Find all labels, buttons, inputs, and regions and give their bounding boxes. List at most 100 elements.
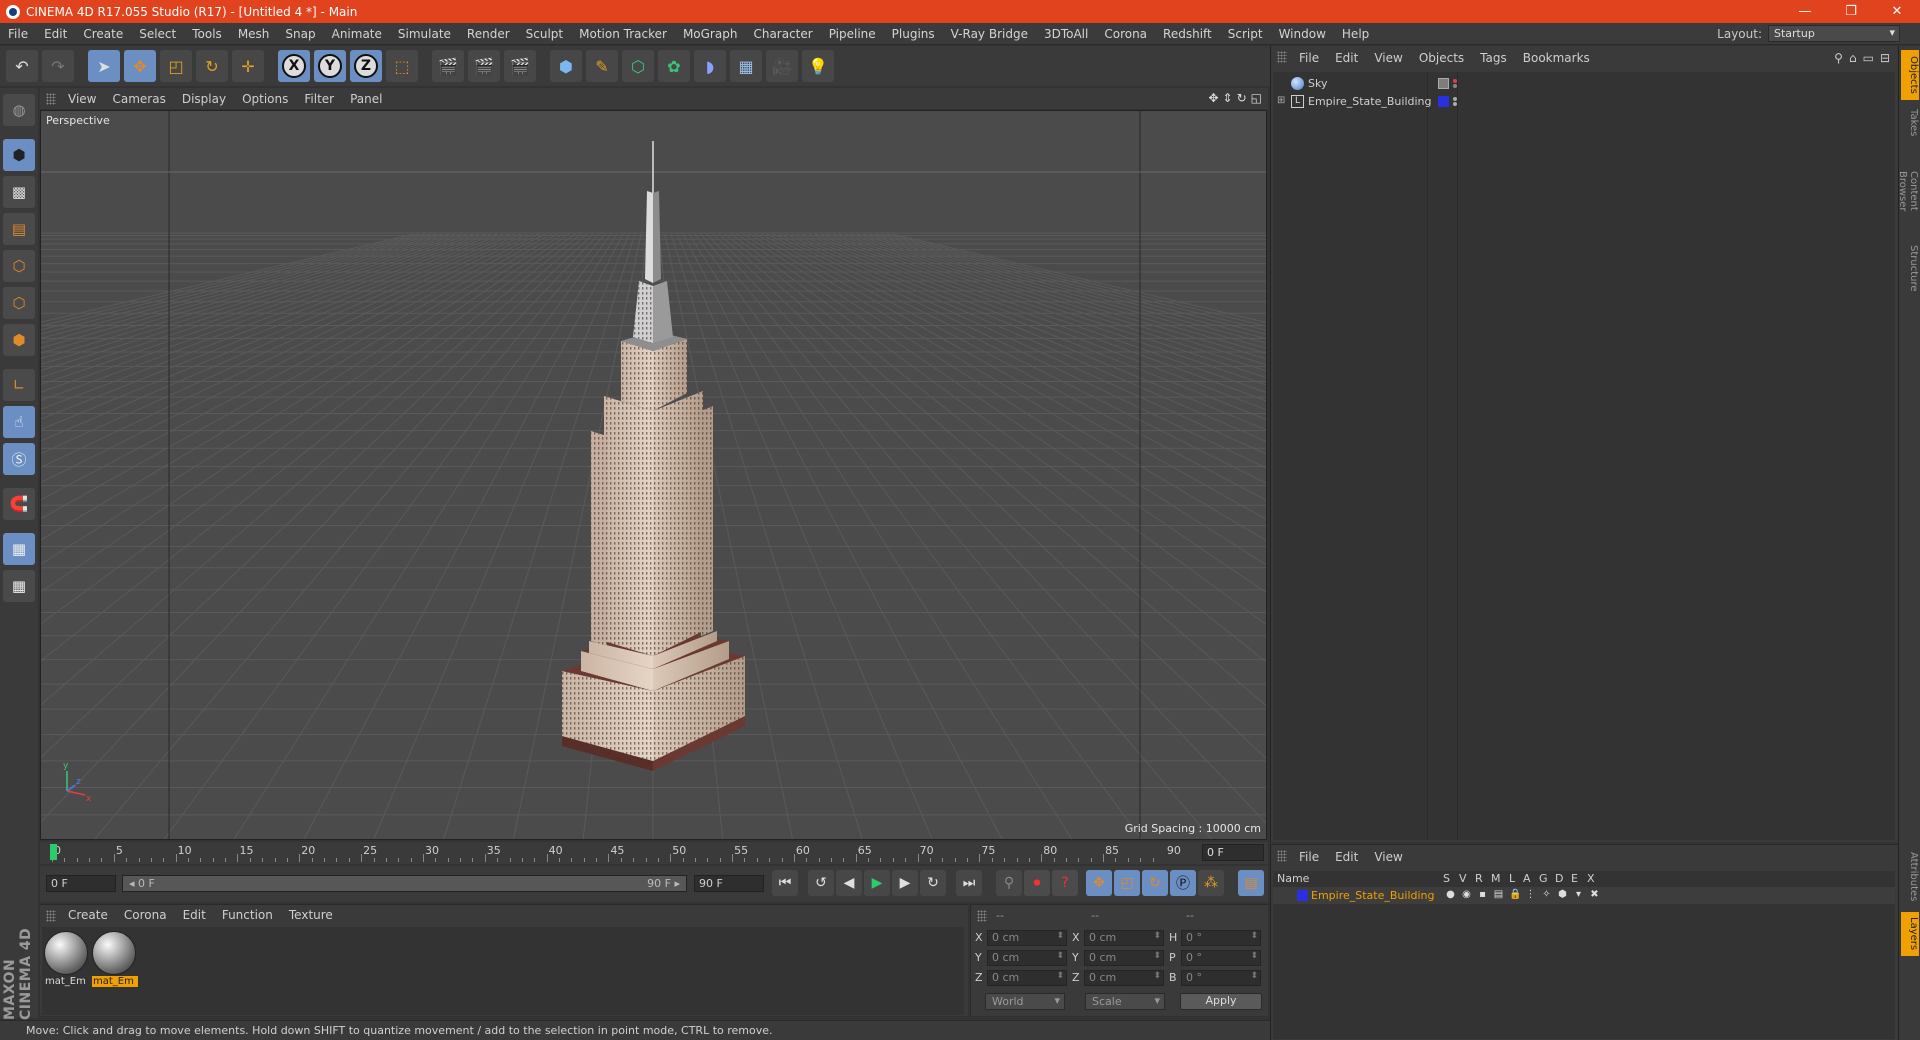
rotation-p-field[interactable]: 0 ° — [1181, 949, 1261, 966]
y-axis-lock-icon[interactable]: Y — [314, 50, 346, 82]
layer-menu-edit[interactable]: Edit — [1327, 850, 1366, 864]
key-parameter-icon[interactable]: Ⓟ — [1170, 870, 1196, 896]
menu-edit[interactable]: Edit — [36, 27, 75, 41]
menu-plugins[interactable]: Plugins — [884, 27, 943, 41]
eye-icon[interactable]: ◉ — [1461, 889, 1472, 901]
object-row-empire-state-building[interactable]: ⊞ L Empire_State_Building — [1273, 92, 1895, 110]
position-y-field[interactable]: 0 cm — [987, 949, 1067, 966]
camera-icon[interactable]: 🎥 — [766, 50, 798, 82]
material-menu-corona[interactable]: Corona — [116, 908, 175, 922]
viewport-camera-label[interactable]: Perspective — [46, 114, 110, 127]
viewport-menu-options[interactable]: Options — [234, 92, 296, 106]
column-xref[interactable]: X — [1587, 872, 1595, 885]
rotate-tool-icon[interactable]: ↻ — [196, 50, 228, 82]
perspective-viewport[interactable]: y x z Perspective Grid Spacing : 10000 c… — [40, 110, 1267, 840]
size-z-field[interactable]: 0 cm — [1084, 969, 1164, 986]
menu-snap[interactable]: Snap — [277, 27, 323, 41]
viewport-menu-view[interactable]: View — [60, 92, 104, 106]
render-view-icon[interactable]: 🎬 — [432, 50, 464, 82]
home-icon[interactable]: ⌂ — [1849, 51, 1857, 65]
previous-frame-icon[interactable]: ◀ — [836, 870, 862, 896]
key-rotation-icon[interactable]: ↻ — [1142, 870, 1168, 896]
column-generators[interactable]: G — [1539, 872, 1548, 885]
rotation-h-field[interactable]: 0 ° — [1181, 929, 1261, 946]
cube-object-icon[interactable]: ⬢ — [550, 50, 582, 82]
layer-row[interactable]: Empire_State_Building ● ◉ ▪ ▤ 🔒 ⋮ ✧ ⬢ ▾ … — [1273, 887, 1895, 904]
axis-mode-icon[interactable]: ∟ — [3, 369, 35, 401]
rotation-b-field[interactable]: 0 ° — [1181, 969, 1261, 986]
object-menu-file[interactable]: File — [1291, 51, 1327, 65]
live-selection-icon[interactable]: ➤ — [88, 50, 120, 82]
key-point-level-icon[interactable]: ⁂ — [1198, 870, 1224, 896]
object-menu-edit[interactable]: Edit — [1327, 51, 1366, 65]
viewport-menu-display[interactable]: Display — [174, 92, 234, 106]
move-tool-icon[interactable]: ✥ — [124, 50, 156, 82]
menu-simulate[interactable]: Simulate — [390, 27, 459, 41]
menu-mesh[interactable]: Mesh — [230, 27, 278, 41]
timeline-ruler[interactable]: 0 5 10 15 20 25 30 35 40 45 50 55 60 65 70 75 80 85 90 0 F — [40, 842, 1268, 864]
display-tag-icon[interactable] — [1438, 77, 1449, 89]
size-mode-dropdown[interactable]: Scale — [1085, 993, 1165, 1010]
autokeying-icon[interactable]: ? — [1052, 870, 1078, 896]
deformer-icon[interactable]: ◗ — [694, 50, 726, 82]
record-active-objects-icon[interactable]: ⏺ — [1024, 870, 1050, 896]
layer-menu-file[interactable]: File — [1291, 850, 1327, 864]
menu-vray-bridge[interactable]: V-Ray Bridge — [943, 27, 1036, 41]
tab-layers[interactable]: Layers — [1901, 912, 1919, 956]
end-frame-field[interactable]: 90 F — [694, 875, 764, 892]
column-manager[interactable]: M — [1491, 872, 1501, 885]
panel-grip-icon[interactable] — [46, 93, 56, 105]
go-to-start-icon[interactable]: ⏮ — [772, 870, 798, 896]
column-animation[interactable]: A — [1523, 872, 1531, 885]
make-editable-icon[interactable]: ◍ — [3, 94, 35, 126]
dolly-icon[interactable]: ⇕ — [1223, 91, 1233, 105]
maximize-view-icon[interactable]: ◱ — [1251, 91, 1262, 105]
edit-render-settings-icon[interactable]: 🎬 — [504, 50, 536, 82]
menu-character[interactable]: Character — [745, 27, 820, 41]
object-menu-tags[interactable]: Tags — [1472, 51, 1515, 65]
solo-mode-icon[interactable]: Ⓢ — [3, 443, 35, 475]
menu-redshift[interactable]: Redshift — [1155, 27, 1220, 41]
column-name[interactable]: Name — [1277, 872, 1309, 885]
menu-create[interactable]: Create — [75, 27, 131, 41]
layer-menu-view[interactable]: View — [1366, 850, 1410, 864]
lock-icon[interactable]: 🔒 — [1509, 889, 1521, 901]
position-x-field[interactable]: 0 cm — [987, 929, 1067, 946]
size-x-field[interactable]: 0 cm — [1084, 929, 1164, 946]
menu-mograph[interactable]: MoGraph — [675, 27, 746, 41]
record-position-icon[interactable]: ⚲ — [996, 870, 1022, 896]
menu-3dtoall[interactable]: 3DToAll — [1036, 27, 1096, 41]
menu-file[interactable]: File — [0, 27, 36, 41]
coordinate-space-dropdown[interactable]: World — [985, 993, 1065, 1010]
minimize-button[interactable]: — — [1782, 0, 1828, 23]
object-menu-objects[interactable]: Objects — [1411, 51, 1472, 65]
column-view[interactable]: V — [1459, 872, 1467, 885]
material-menu-create[interactable]: Create — [60, 908, 116, 922]
new-view-icon[interactable]: ▭ — [1863, 51, 1874, 65]
expand-icon[interactable]: ⊟ — [1880, 51, 1890, 65]
polygons-mode-icon[interactable]: ⬢ — [3, 324, 35, 356]
menu-tools[interactable]: Tools — [184, 27, 230, 41]
column-deformers[interactable]: D — [1555, 872, 1563, 885]
size-y-field[interactable]: 0 cm — [1084, 949, 1164, 966]
undo-icon[interactable]: ↶ — [6, 50, 38, 82]
column-solo[interactable]: S — [1443, 872, 1450, 885]
tab-objects[interactable]: Objects — [1901, 50, 1919, 100]
render-icon[interactable]: ▪ — [1477, 889, 1488, 901]
orbit-icon[interactable]: ↻ — [1237, 91, 1247, 105]
expand-toggle-icon[interactable]: ⊞ — [1277, 95, 1289, 107]
menu-script[interactable]: Script — [1220, 27, 1271, 41]
panel-grip-icon[interactable] — [46, 910, 56, 922]
panel-grip-icon[interactable] — [1277, 850, 1287, 862]
workplane-lock-icon[interactable]: ▦ — [3, 533, 35, 565]
scale-tool-icon[interactable]: ◰ — [160, 50, 192, 82]
material-swatch[interactable]: mat_Em — [44, 931, 90, 991]
menu-animate[interactable]: Animate — [324, 27, 390, 41]
menu-help[interactable]: Help — [1334, 27, 1377, 41]
snapping-icon[interactable]: 🧲 — [3, 488, 35, 520]
viewport-menu-cameras[interactable]: Cameras — [104, 92, 173, 106]
x-axis-lock-icon[interactable]: X — [278, 50, 310, 82]
tab-structure[interactable]: Structure — [1901, 240, 1919, 296]
search-icon[interactable]: ⚲ — [1834, 51, 1843, 65]
material-swatch-selected[interactable]: mat_Em — [92, 931, 138, 991]
